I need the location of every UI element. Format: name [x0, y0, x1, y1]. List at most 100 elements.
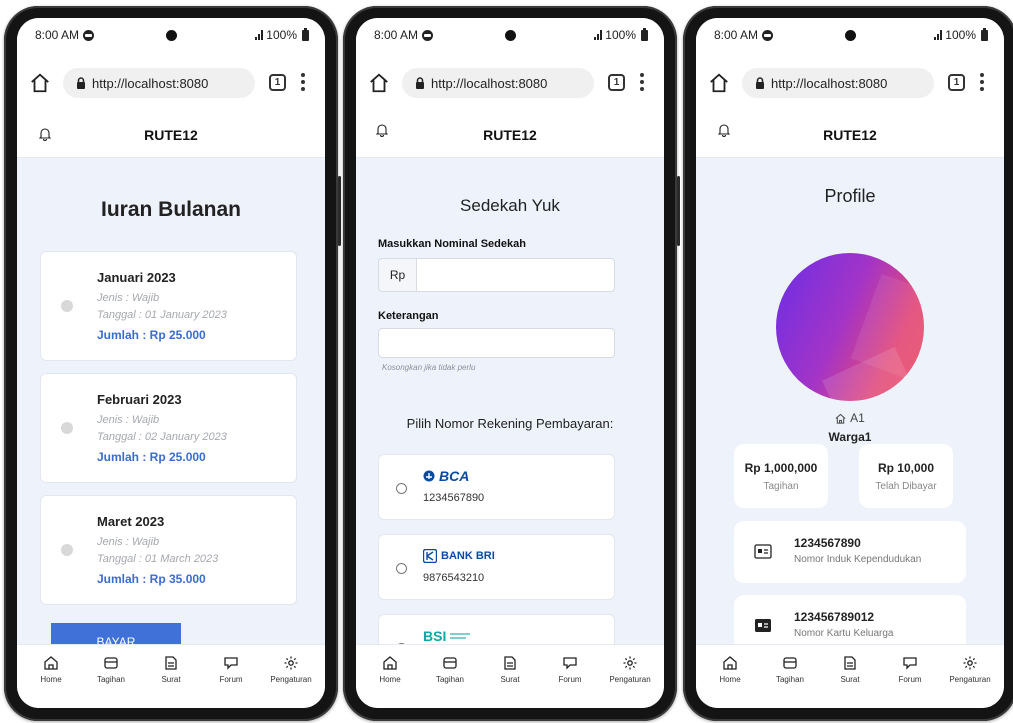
- tagihan-label: Tagihan: [763, 481, 799, 492]
- document-icon: [844, 656, 856, 670]
- bill-radio[interactable]: [61, 544, 73, 556]
- sedekah-content: Sedekah Yuk Masukkan Nominal Sedekah Rp …: [356, 158, 664, 644]
- bottom-nav: Home Tagihan Surat Forum Pengaturan: [17, 644, 325, 708]
- nav-pengaturan[interactable]: Pengaturan: [263, 655, 319, 708]
- status-bar: 8:00 AM 100%: [696, 18, 1004, 54]
- app-title: RUTE12: [823, 127, 877, 143]
- nav-label: Home: [40, 675, 62, 684]
- bank-option-bca[interactable]: BCA 1234567890: [378, 454, 615, 520]
- browser-home-icon[interactable]: [708, 72, 730, 94]
- nav-label: Pengaturan: [609, 675, 651, 684]
- bill-card[interactable]: Februari 2023 Jenis : Wajib Tanggal : 02…: [40, 373, 297, 483]
- browser-menu-icon[interactable]: [301, 73, 305, 91]
- home-icon: [44, 656, 58, 670]
- wallet-icon: [783, 657, 797, 669]
- tab-switcher-icon[interactable]: 1: [948, 74, 965, 91]
- browser-home-icon[interactable]: [368, 72, 390, 94]
- nominal-input[interactable]: [416, 258, 615, 292]
- bill-radio[interactable]: [61, 422, 73, 434]
- bill-jumlah: Jumlah : Rp 25.000: [97, 450, 206, 464]
- page-title: Iuran Bulanan: [100, 198, 242, 221]
- app-header: RUTE12: [17, 112, 325, 158]
- chat-icon: [903, 657, 917, 670]
- nik-label: Nomor Induk Kependudukan: [794, 554, 922, 565]
- app-header: RUTE12: [356, 112, 664, 158]
- nav-label: Home: [719, 675, 741, 684]
- nav-forum[interactable]: Forum: [542, 655, 598, 708]
- browser-menu-icon[interactable]: [640, 73, 644, 91]
- chat-icon: [563, 657, 577, 670]
- bill-card[interactable]: Maret 2023 Jenis : Wajib Tanggal : 01 Ma…: [40, 495, 297, 605]
- tagihan-card: Rp 1,000,000 Tagihan: [734, 444, 828, 508]
- phone-frame-iuran: 8:00 AM 100% http://localhost:8080 1 RUT…: [4, 6, 341, 721]
- status-bar: 8:00 AM 100%: [17, 18, 325, 54]
- bank-radio[interactable]: [396, 563, 407, 574]
- kk-label: Nomor Kartu Keluarga: [794, 628, 894, 639]
- kk-value: 123456789012: [794, 610, 875, 624]
- keterangan-input[interactable]: [378, 328, 615, 358]
- bank-option-bsi[interactable]: BSI 1357924680: [378, 614, 615, 644]
- bank-name: BSI: [423, 628, 447, 644]
- currency-prefix: Rp: [378, 258, 416, 292]
- nav-label: Home: [379, 675, 401, 684]
- camera-cutout: [166, 30, 177, 41]
- nav-tagihan[interactable]: Tagihan: [83, 655, 139, 708]
- screen-record-icon: [83, 29, 95, 41]
- app-title: RUTE12: [144, 127, 198, 143]
- camera-cutout: [845, 30, 856, 41]
- screen-record-icon: [422, 29, 434, 41]
- nav-pengaturan[interactable]: Pengaturan: [602, 655, 658, 708]
- status-right: 100%: [594, 27, 648, 42]
- nav-forum[interactable]: Forum: [882, 655, 938, 708]
- bill-radio[interactable]: [61, 300, 73, 312]
- home-icon: [723, 656, 737, 670]
- bill-month: Februari 2023: [97, 392, 182, 407]
- signal-icon: [255, 30, 264, 40]
- nav-home[interactable]: Home: [362, 655, 418, 708]
- nav-label: Forum: [898, 675, 922, 684]
- nav-surat[interactable]: Surat: [143, 655, 199, 708]
- bill-card[interactable]: Januari 2023 Jenis : Wajib Tanggal : 01 …: [40, 251, 297, 361]
- nav-tagihan[interactable]: Tagihan: [762, 655, 818, 708]
- bill-jenis: Jenis : Wajib: [97, 536, 160, 548]
- bri-logo-icon: [423, 549, 437, 563]
- app-title: RUTE12: [483, 127, 537, 143]
- nav-tagihan[interactable]: Tagihan: [422, 655, 478, 708]
- address-bar[interactable]: http://localhost:8080: [63, 68, 255, 98]
- bank-name: BCA: [439, 468, 470, 484]
- pay-button[interactable]: BAYAR: [51, 623, 181, 644]
- avatar: [776, 253, 924, 401]
- home-icon: [383, 656, 397, 670]
- status-time-group: 8:00 AM: [714, 28, 774, 42]
- wallet-icon: [104, 657, 118, 669]
- dibayar-value: Rp 10,000: [877, 461, 935, 475]
- browser-menu-icon[interactable]: [980, 73, 984, 91]
- screen-record-icon: [762, 29, 774, 41]
- address-bar[interactable]: http://localhost:8080: [742, 68, 934, 98]
- bank-account: 9876543210: [423, 572, 485, 584]
- nav-surat[interactable]: Surat: [822, 655, 878, 708]
- unit-label: A1: [696, 411, 1004, 425]
- bank-radio[interactable]: [396, 483, 407, 494]
- tab-switcher-icon[interactable]: 1: [269, 74, 286, 91]
- tab-switcher-icon[interactable]: 1: [608, 74, 625, 91]
- bank-account: 1234567890: [423, 492, 485, 504]
- nav-home[interactable]: Home: [23, 655, 79, 708]
- page-title: Sedekah Yuk: [460, 196, 560, 215]
- battery-icon: [641, 27, 648, 41]
- nav-surat[interactable]: Surat: [482, 655, 538, 708]
- camera-cutout: [505, 30, 516, 41]
- url-text: http://localhost:8080: [92, 75, 209, 91]
- browser-home-icon[interactable]: [29, 72, 51, 94]
- nav-forum[interactable]: Forum: [203, 655, 259, 708]
- bill-jenis: Jenis : Wajib: [97, 292, 160, 304]
- bank-option-bri[interactable]: BANK BRI 9876543210: [378, 534, 615, 600]
- url-text: http://localhost:8080: [431, 75, 548, 91]
- nav-label: Tagihan: [96, 675, 126, 684]
- nav-home[interactable]: Home: [702, 655, 758, 708]
- rekening-title: Pilih Nomor Rekening Pembayaran:: [406, 416, 614, 431]
- nav-pengaturan[interactable]: Pengaturan: [942, 655, 998, 708]
- address-bar[interactable]: http://localhost:8080: [402, 68, 594, 98]
- wallet-icon: [443, 657, 457, 669]
- phone-frame-sedekah: 8:00 AM 100% http://localhost:8080 1 RUT…: [343, 6, 680, 721]
